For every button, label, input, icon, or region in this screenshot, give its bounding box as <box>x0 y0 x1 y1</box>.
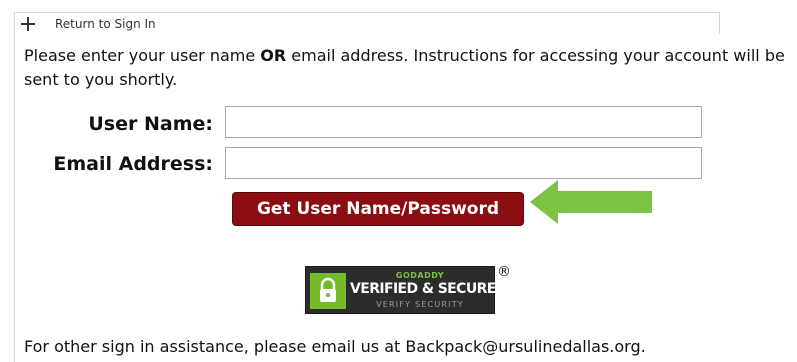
godaddy-security-badge[interactable]: GODADDY VERIFIED & SECURED VERIFY SECURI… <box>305 266 507 314</box>
username-input[interactable] <box>225 106 702 138</box>
username-label: User Name: <box>88 113 213 135</box>
forgot-credentials-page: Return to Sign In Please enter your user… <box>0 0 797 362</box>
instructions-text: Please enter your user name OR email add… <box>24 44 789 92</box>
badge-provider: GODADDY <box>395 271 445 280</box>
registered-mark: ® <box>497 264 511 280</box>
plus-icon[interactable] <box>17 14 41 34</box>
arrow-left-icon <box>530 180 652 224</box>
lock-icon <box>310 273 346 309</box>
email-label: Email Address: <box>53 153 213 175</box>
return-to-sign-in-link[interactable]: Return to Sign In <box>55 17 156 31</box>
email-input[interactable] <box>225 147 702 179</box>
badge-title: VERIFIED & SECURED <box>350 281 507 297</box>
return-bar: Return to Sign In <box>14 12 720 34</box>
badge-subtitle: VERIFY SECURITY <box>376 300 464 309</box>
instructions-before: Please enter your user name <box>24 46 261 65</box>
get-username-password-button[interactable]: Get User Name/Password <box>232 192 524 226</box>
panel-border <box>14 34 15 362</box>
assistance-footer: For other sign in assistance, please ema… <box>24 337 646 356</box>
instructions-emphasis: OR <box>260 46 287 65</box>
